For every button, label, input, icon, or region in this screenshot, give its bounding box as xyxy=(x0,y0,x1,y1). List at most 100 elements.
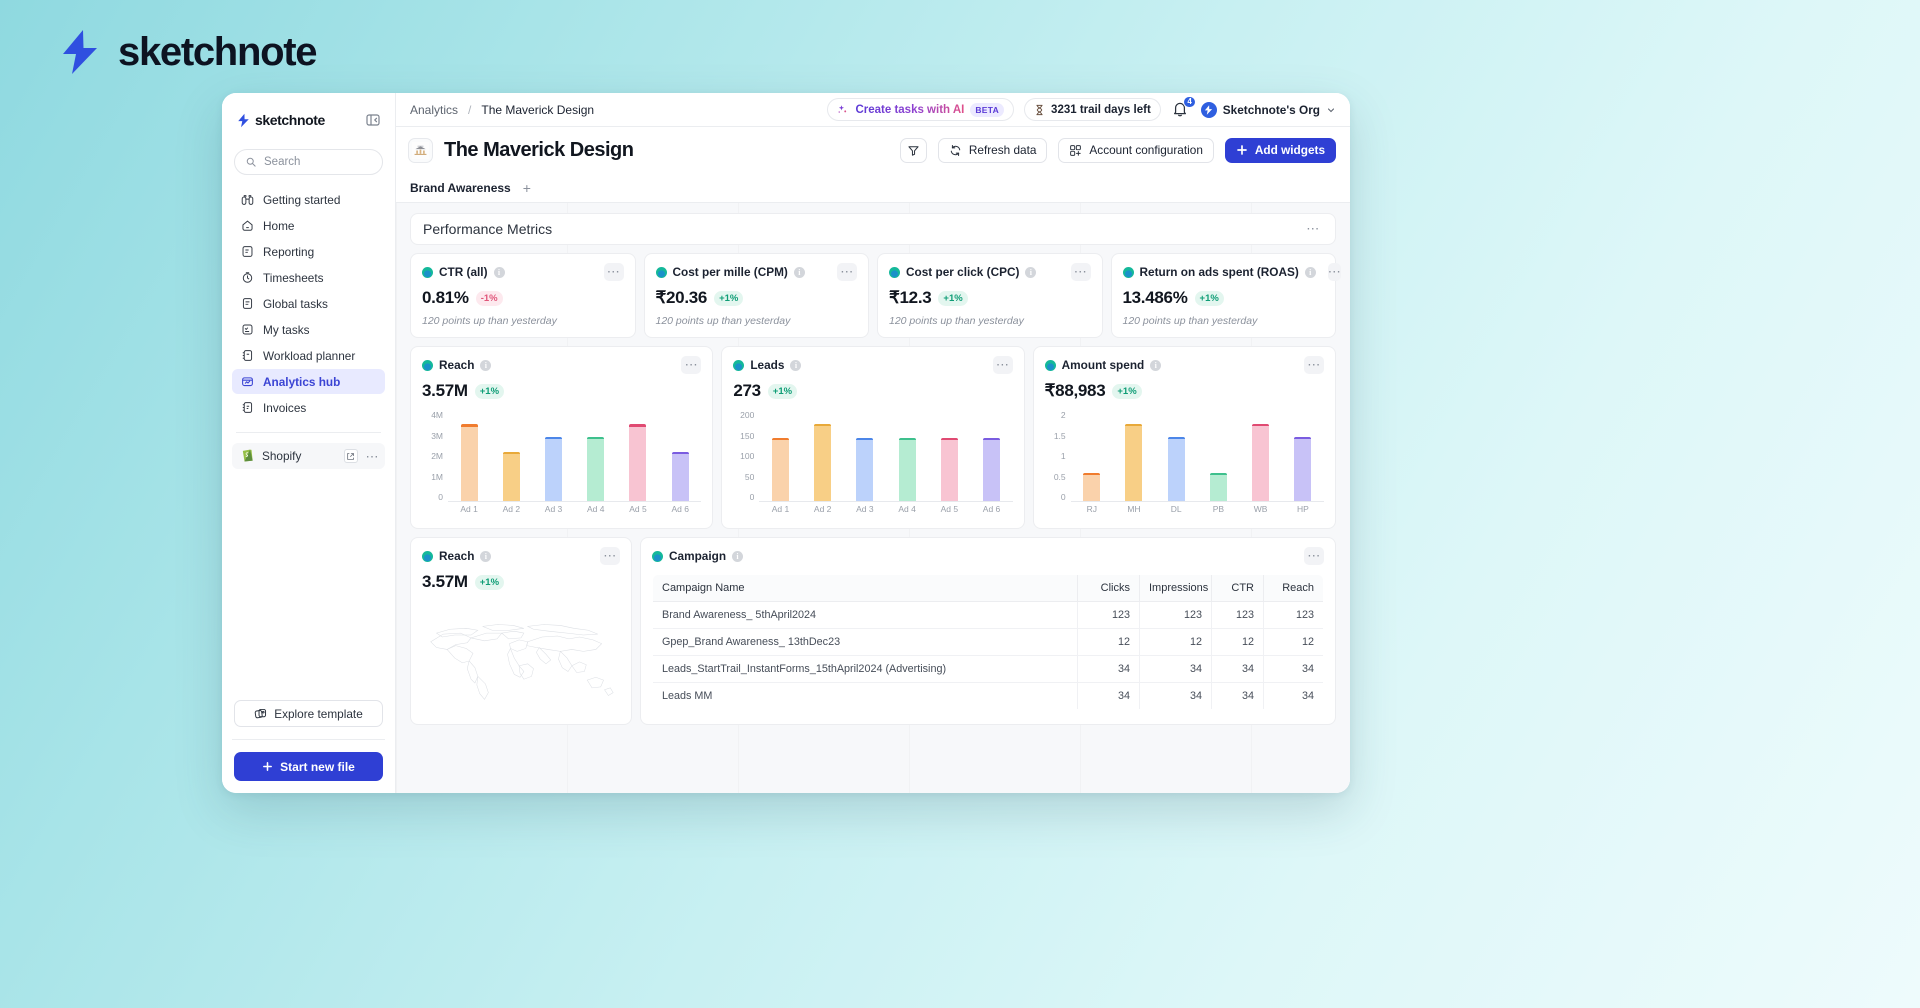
sidebar-item-timesheets[interactable]: Timesheets xyxy=(232,265,385,290)
bar[interactable] xyxy=(814,423,832,501)
sidebar-item-label: Global tasks xyxy=(263,296,328,311)
section-menu-button[interactable]: ⋯ xyxy=(1303,220,1323,238)
sidebar-item-reporting[interactable]: Reporting xyxy=(232,239,385,264)
table-row[interactable]: Leads_StartTrail_InstantForms_15thApril2… xyxy=(653,655,1323,683)
table-row[interactable]: Brand Awareness_ 5thApril2024 123 123 123 12… xyxy=(653,601,1323,629)
campaign-menu-button[interactable]: ⋯ xyxy=(1304,547,1324,565)
breadcrumb-root[interactable]: Analytics xyxy=(410,103,458,117)
tab-brand-awareness[interactable]: Brand Awareness xyxy=(410,181,511,195)
info-icon[interactable]: i xyxy=(790,359,802,371)
collapse-sidebar-icon[interactable] xyxy=(365,112,381,128)
bar[interactable] xyxy=(856,437,874,501)
org-switcher[interactable]: Sketchnote's Org xyxy=(1200,101,1336,118)
sidebar-item-analytics-hub[interactable]: Analytics hub xyxy=(232,369,385,394)
chart-menu-button[interactable]: ⋯ xyxy=(992,356,1013,374)
account-configuration-button[interactable]: Account configuration xyxy=(1058,137,1214,163)
explore-template-button[interactable]: Explore template xyxy=(234,700,383,727)
table-column-header[interactable]: Clicks xyxy=(1077,575,1140,602)
title-bar: The Maverick Design Refresh data Account… xyxy=(396,127,1350,173)
bar[interactable] xyxy=(502,451,520,501)
chart-menu-button[interactable]: ⋯ xyxy=(1303,356,1324,374)
table-column-header[interactable]: Reach xyxy=(1263,575,1323,602)
map-delta-badge: +1% xyxy=(474,574,505,590)
bar[interactable] xyxy=(629,424,647,501)
table-column-header[interactable]: Campaign Name xyxy=(653,575,1078,602)
sidebar-footer-divider xyxy=(232,739,385,740)
notifications-button[interactable]: 4 xyxy=(1171,95,1196,120)
kpi-menu-button[interactable]: ⋯ xyxy=(1327,263,1342,281)
bar[interactable] xyxy=(1252,423,1270,501)
info-icon[interactable]: i xyxy=(1150,359,1162,371)
bar-cap xyxy=(1252,423,1270,427)
bar[interactable] xyxy=(983,437,1001,501)
refresh-data-button[interactable]: Refresh data xyxy=(937,137,1048,163)
bar[interactable] xyxy=(671,451,689,501)
search-input[interactable]: Search xyxy=(234,149,383,175)
bar[interactable] xyxy=(1209,472,1227,501)
main-area: Analytics / The Maverick Design Create t… xyxy=(396,93,1350,793)
open-external-icon[interactable] xyxy=(343,449,358,463)
info-icon[interactable]: i xyxy=(1025,266,1037,278)
table-cell: 123 xyxy=(1263,601,1323,629)
tabs-bar: Brand Awareness + xyxy=(396,173,1350,203)
table-cell: Brand Awareness_ 5thApril2024 xyxy=(653,601,1078,629)
table-row[interactable]: Gpep_Brand Awareness_ 13thDec23 12 12 12 12 xyxy=(653,628,1323,656)
sidebar-item-global-tasks[interactable]: Global tasks xyxy=(232,291,385,316)
plot-area: Ad 1 Ad 2 Ad 3 Ad 4 Ad 5 Ad 6 xyxy=(759,410,1013,518)
bar[interactable] xyxy=(771,437,789,501)
add-tab-button[interactable]: + xyxy=(523,181,531,195)
sidebar-item-getting-started[interactable]: Getting started xyxy=(232,187,385,212)
table-cell: 12 xyxy=(1139,628,1212,656)
map-menu-button[interactable]: ⋯ xyxy=(600,547,620,565)
add-widgets-button[interactable]: Add widgets xyxy=(1224,137,1336,163)
info-icon[interactable]: i xyxy=(1304,266,1316,278)
chart-menu-button[interactable]: ⋯ xyxy=(681,356,702,374)
bar[interactable] xyxy=(1083,472,1101,501)
table-cell: 123 xyxy=(1211,601,1264,629)
sidebar-app-menu-icon[interactable]: ⋯ xyxy=(366,450,380,463)
kpi-menu-button[interactable]: ⋯ xyxy=(603,263,624,281)
kpi-menu-button[interactable]: ⋯ xyxy=(837,263,857,281)
info-icon[interactable]: i xyxy=(793,266,805,278)
sidebar-item-workload-planner[interactable]: Workload planner xyxy=(232,343,385,368)
kpi-menu-button[interactable]: ⋯ xyxy=(1070,263,1091,281)
table-column-header[interactable]: CTR xyxy=(1211,575,1264,602)
bar[interactable] xyxy=(1167,436,1185,501)
info-icon[interactable]: i xyxy=(480,359,492,371)
sidebar-item-my-tasks[interactable]: My tasks xyxy=(232,317,385,342)
kpi-title: Return on ads spent (ROAS) xyxy=(1139,265,1299,279)
table-column-header[interactable]: Impressions xyxy=(1139,575,1212,602)
bar[interactable] xyxy=(545,436,563,501)
x-tick-label: PB xyxy=(1212,504,1225,514)
bars-container xyxy=(759,410,1013,502)
kpi-card-header: Cost per mille (CPM) i ⋯ xyxy=(655,263,857,281)
create-tasks-with-ai-button[interactable]: Create tasks with AI BETA xyxy=(827,98,1015,121)
x-tick-label: Ad 2 xyxy=(813,504,832,514)
bar[interactable] xyxy=(1294,436,1312,501)
create-tasks-with-ai-label: Create tasks with AI xyxy=(855,103,965,116)
map-value: 3.57M xyxy=(422,572,468,591)
table-cell: 123 xyxy=(1077,601,1140,629)
bars-container xyxy=(1070,410,1324,502)
start-new-file-button[interactable]: Start new file xyxy=(234,752,383,781)
sidebar-logo[interactable]: sketchnote xyxy=(237,112,325,128)
bar[interactable] xyxy=(898,437,916,501)
trial-days-pill[interactable]: 3231 trail days left xyxy=(1024,98,1161,121)
info-icon[interactable]: i xyxy=(493,266,505,278)
table-body: Brand Awareness_ 5thApril2024 123 123 123 12… xyxy=(653,601,1323,709)
section-title: Performance Metrics xyxy=(423,221,553,237)
bar[interactable] xyxy=(1125,423,1143,501)
info-icon[interactable]: i xyxy=(732,550,744,562)
filter-button[interactable] xyxy=(899,137,927,163)
breadcrumb-current[interactable]: The Maverick Design xyxy=(481,103,594,117)
bar[interactable] xyxy=(587,436,605,501)
sidebar-app-shopify[interactable]: Shopify ⋯ xyxy=(232,443,385,469)
plot-area: Ad 1 Ad 2 Ad 3 Ad 4 Ad 5 Ad 6 xyxy=(448,410,702,518)
sidebar-item-invoices[interactable]: Invoices xyxy=(232,395,385,420)
chart-delta-badge: +1% xyxy=(1112,383,1142,399)
bar[interactable] xyxy=(940,437,958,501)
sidebar-item-home[interactable]: Home xyxy=(232,213,385,238)
bar[interactable] xyxy=(460,424,478,501)
table-row[interactable]: Leads MM 34 34 34 34 xyxy=(653,682,1323,709)
info-icon[interactable]: i xyxy=(480,550,492,562)
